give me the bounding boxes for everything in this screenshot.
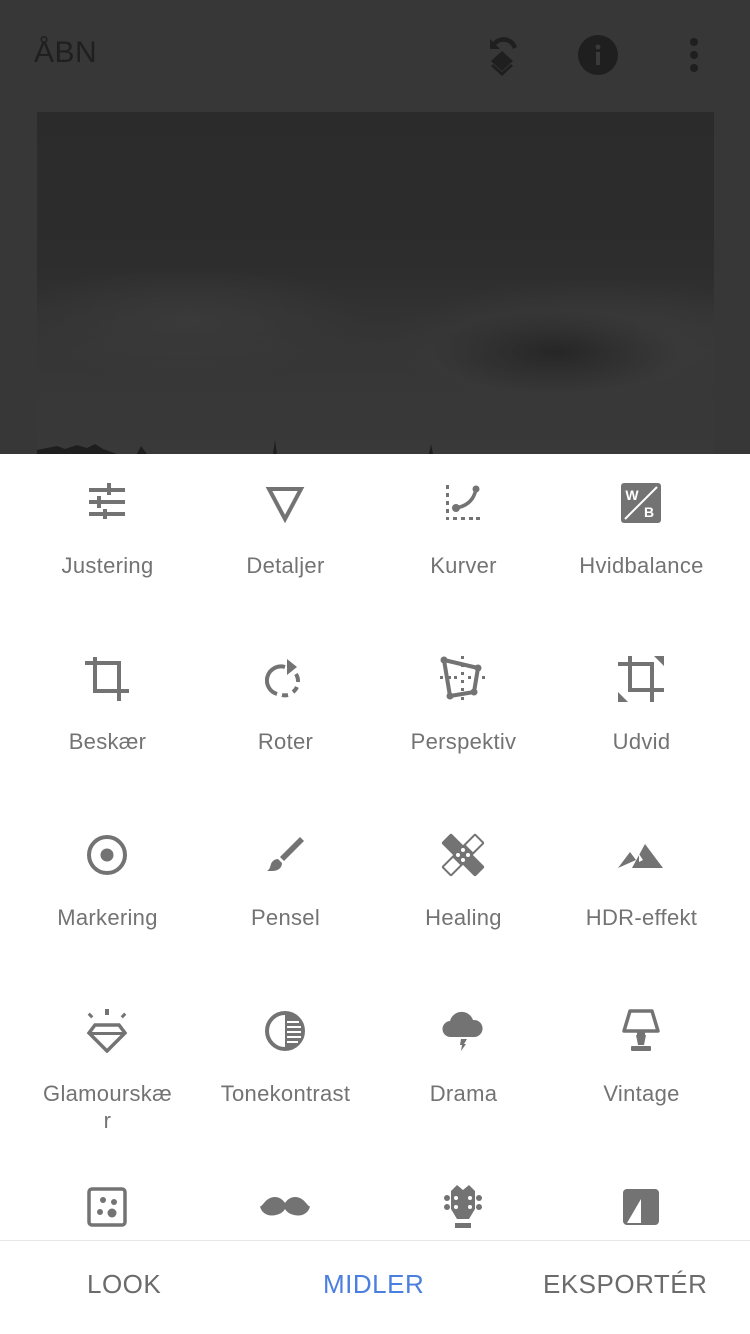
tool-label: Justering bbox=[61, 553, 154, 578]
photo-preview bbox=[37, 112, 714, 454]
black-white-icon bbox=[616, 1182, 666, 1232]
glamour-diamond-icon bbox=[82, 1006, 132, 1056]
curves-icon bbox=[438, 478, 488, 528]
bottom-nav: LOOK MIDLER EKSPORTÉR bbox=[0, 1241, 750, 1334]
white-balance-icon: W B bbox=[616, 478, 666, 528]
more-vert-icon[interactable] bbox=[669, 30, 719, 80]
tool-perspektiv[interactable]: Perspektiv bbox=[370, 630, 557, 806]
tool-kurver[interactable]: Kurver bbox=[370, 454, 557, 630]
tool-label: Detaljer bbox=[246, 553, 325, 578]
tool-label: Glamourskær bbox=[43, 1081, 172, 1133]
tool-label: HDR-effekt bbox=[585, 905, 698, 930]
crop-icon bbox=[82, 654, 132, 704]
svg-text:W: W bbox=[625, 487, 639, 503]
tool-detaljer[interactable]: Detaljer bbox=[192, 454, 379, 630]
healing-icon bbox=[438, 830, 488, 880]
tool-justering[interactable]: Justering bbox=[14, 454, 201, 630]
svg-text:B: B bbox=[644, 504, 654, 520]
treeline bbox=[37, 440, 433, 454]
expand-icon bbox=[616, 654, 666, 704]
tool-beskaer[interactable]: Beskær bbox=[14, 630, 201, 806]
tool-label: Beskær bbox=[68, 729, 147, 754]
details-triangle-icon bbox=[260, 478, 310, 528]
tool-label: Healing bbox=[425, 905, 502, 930]
tool-label: Markering bbox=[57, 905, 158, 930]
info-icon[interactable] bbox=[573, 30, 623, 80]
brush-icon bbox=[260, 830, 310, 880]
tool-roter[interactable]: Roter bbox=[192, 630, 379, 806]
tool-glamourskaer[interactable]: Glamourskær bbox=[14, 982, 201, 1158]
grunge-guitar-icon bbox=[438, 1182, 488, 1232]
tool-label: Udvid bbox=[612, 729, 671, 754]
tool-hdr-effekt[interactable]: HDR-effekt bbox=[548, 806, 735, 982]
tool-label: Drama bbox=[429, 1081, 498, 1106]
tool-label: Tonekontrast bbox=[220, 1081, 351, 1106]
tool-label: Vintage bbox=[603, 1081, 680, 1106]
tools-sheet: Justering Detaljer Kurver W B Hvidbalanc… bbox=[0, 454, 750, 1334]
grainy-film-icon bbox=[82, 1182, 132, 1232]
tab-look[interactable]: LOOK bbox=[87, 1269, 161, 1300]
tool-label: Perspektiv bbox=[410, 729, 517, 754]
rotate-icon bbox=[260, 654, 310, 704]
tool-retrolux[interactable] bbox=[192, 1158, 379, 1242]
tool-label: Roter bbox=[257, 729, 314, 754]
tool-healing[interactable]: Healing bbox=[370, 806, 557, 982]
tool-label: Hvidbalance bbox=[579, 553, 704, 578]
selective-icon bbox=[82, 830, 132, 880]
tool-grunge[interactable] bbox=[370, 1158, 557, 1242]
open-button[interactable]: ÅBN bbox=[34, 36, 97, 70]
tool-markering[interactable]: Markering bbox=[14, 806, 201, 982]
tool-black-white[interactable] bbox=[548, 1158, 735, 1242]
tool-grainy-film[interactable] bbox=[14, 1158, 201, 1242]
tool-hvidbalance[interactable]: W B Hvidbalance bbox=[548, 454, 735, 630]
tool-vintage[interactable]: Vintage bbox=[548, 982, 735, 1158]
tool-label: Kurver bbox=[430, 553, 497, 578]
hdr-mountain-icon bbox=[616, 830, 666, 880]
tool-tonekontrast[interactable]: Tonekontrast bbox=[192, 982, 379, 1158]
drama-cloud-icon bbox=[438, 1006, 488, 1056]
top-bar: ÅBN bbox=[0, 0, 750, 112]
tune-icon bbox=[82, 478, 132, 528]
tools-grid: Justering Detaljer Kurver W B Hvidbalanc… bbox=[0, 454, 750, 1242]
tab-eksporter[interactable]: EKSPORTÉR bbox=[543, 1269, 707, 1300]
vintage-lamp-icon bbox=[616, 1006, 666, 1056]
tool-udvid[interactable]: Udvid bbox=[548, 630, 735, 806]
perspective-icon bbox=[438, 654, 488, 704]
tool-label: Pensel bbox=[250, 905, 321, 930]
undo-stack-icon[interactable] bbox=[477, 30, 527, 80]
tool-drama[interactable]: Drama bbox=[370, 982, 557, 1158]
retrolux-mustache-icon bbox=[260, 1182, 310, 1232]
tool-pensel[interactable]: Pensel bbox=[192, 806, 379, 982]
tab-midler[interactable]: MIDLER bbox=[323, 1269, 424, 1300]
tonal-contrast-icon bbox=[260, 1006, 310, 1056]
